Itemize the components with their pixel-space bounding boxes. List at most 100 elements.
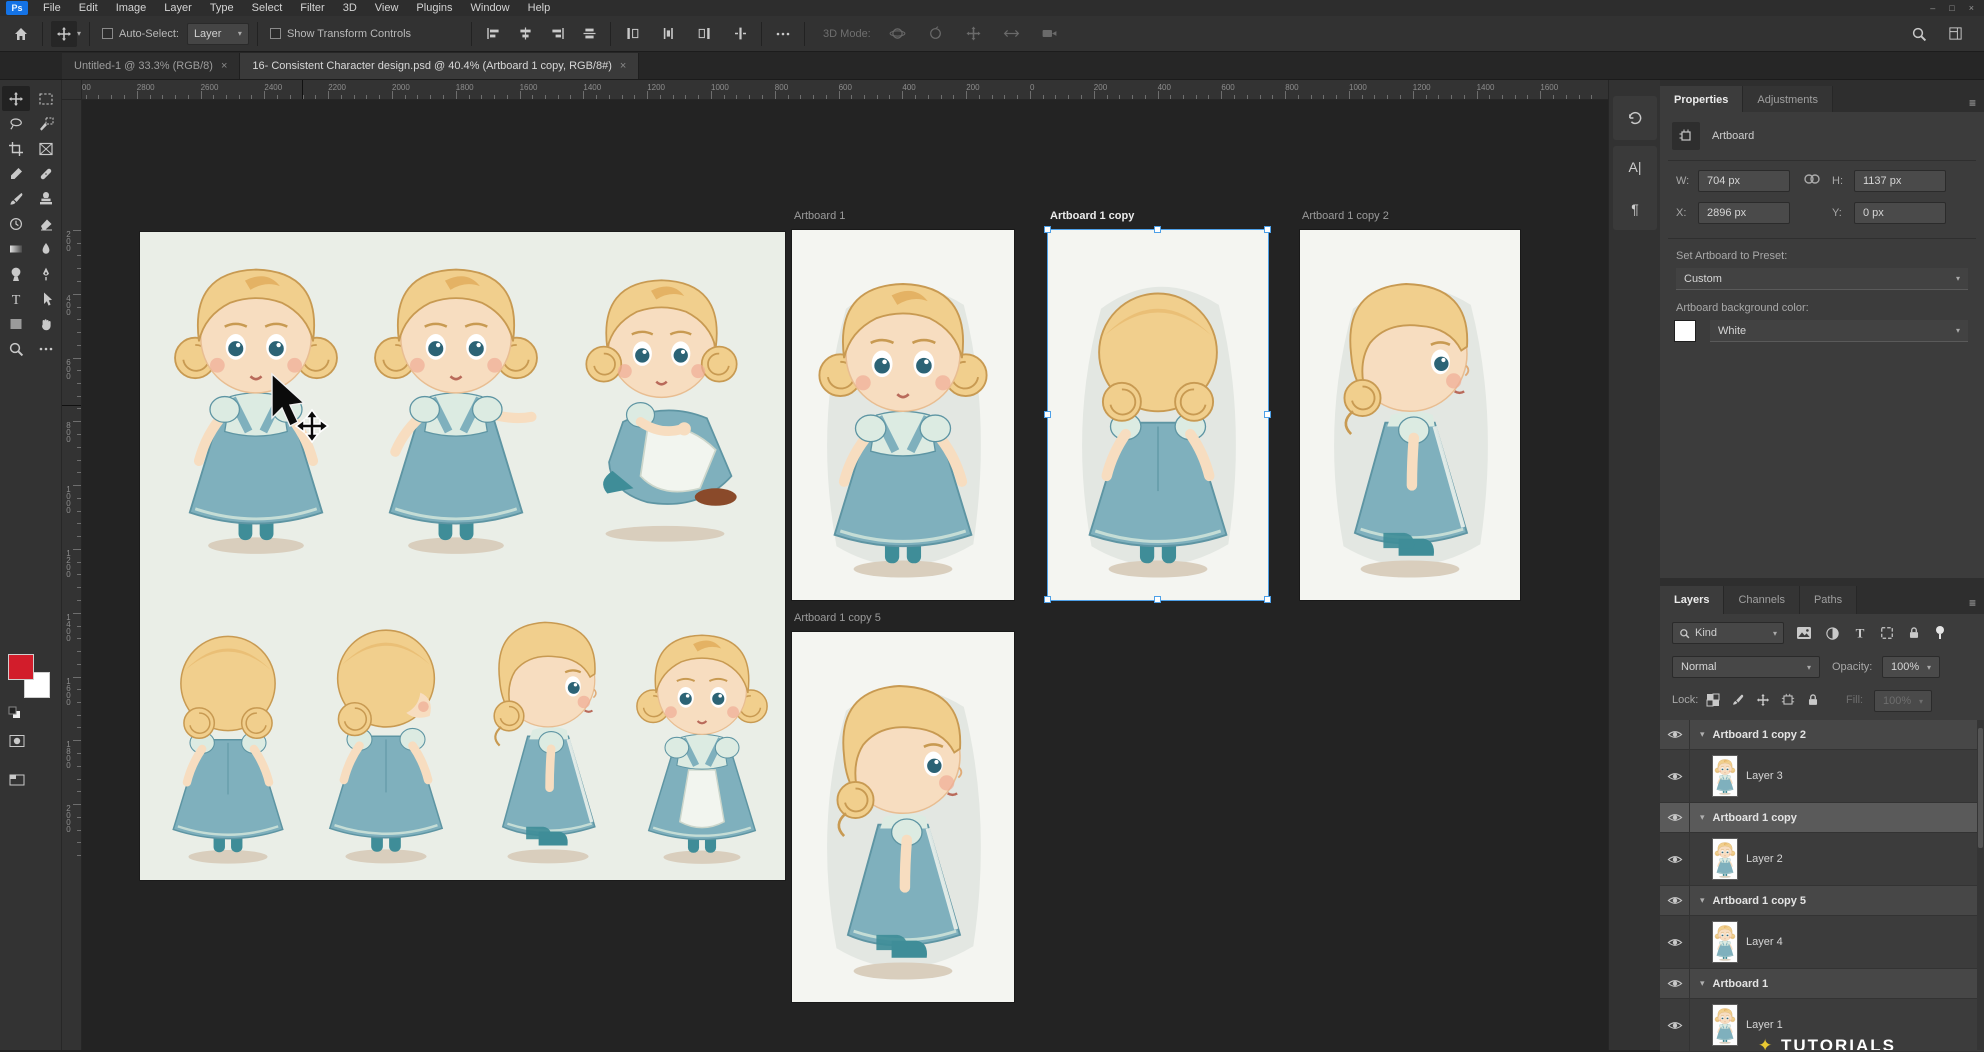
width-input[interactable]: 704 px xyxy=(1698,170,1790,192)
lasso-tool[interactable] xyxy=(2,111,30,136)
auto-select-checkbox[interactable] xyxy=(102,28,113,39)
chevron-down-icon[interactable]: ▾ xyxy=(1700,729,1705,740)
fill-input[interactable]: 100%▾ xyxy=(1874,690,1932,712)
tab-close-icon[interactable]: × xyxy=(221,60,227,72)
filter-shape-icon[interactable] xyxy=(1880,626,1894,640)
visibility-eye-icon[interactable] xyxy=(1660,803,1690,832)
visibility-eye-icon[interactable] xyxy=(1660,750,1690,802)
artboard-bg-color-dropdown[interactable]: White▾ xyxy=(1710,320,1968,342)
artboard-bg-color-swatch[interactable] xyxy=(1674,320,1696,342)
visibility-eye-icon[interactable] xyxy=(1660,999,1690,1051)
transform-handle[interactable] xyxy=(1044,596,1051,603)
filter-type-icon[interactable]: T xyxy=(1853,626,1867,640)
tab-properties[interactable]: Properties xyxy=(1660,86,1743,114)
character-panel-icon[interactable]: A| xyxy=(1629,159,1642,175)
auto-select-target-dropdown[interactable]: Layer▾ xyxy=(187,23,249,45)
tab-adjustments[interactable]: Adjustments xyxy=(1743,86,1833,114)
height-input[interactable]: 1137 px xyxy=(1854,170,1946,192)
foreground-color-swatch[interactable] xyxy=(8,654,34,680)
artboard-artboard-1[interactable] xyxy=(792,230,1014,600)
x-input[interactable]: 2896 px xyxy=(1698,202,1790,224)
pen-tool[interactable] xyxy=(32,261,60,286)
close-icon[interactable]: × xyxy=(1969,3,1974,13)
artboard-name-label[interactable]: Artboard 1 copy 2 xyxy=(1302,210,1389,222)
spot-healing-tool[interactable] xyxy=(32,161,60,186)
eraser-tool[interactable] xyxy=(32,211,60,236)
more-options-icon[interactable] xyxy=(770,21,796,47)
screen-mode-icon[interactable] xyxy=(8,767,52,792)
menu-view[interactable]: View xyxy=(366,1,408,15)
artboard-artboard-1-copy-5[interactable] xyxy=(792,632,1014,1002)
brush-tool[interactable] xyxy=(2,186,30,211)
type-tool[interactable]: T xyxy=(2,286,30,311)
blur-tool[interactable] xyxy=(32,236,60,261)
tab-layers[interactable]: Layers xyxy=(1660,586,1724,614)
opacity-input[interactable]: 100%▾ xyxy=(1882,656,1940,678)
artboard-artboard-1-copy-2[interactable] xyxy=(1300,230,1520,600)
chevron-down-icon[interactable]: ▾ xyxy=(1700,895,1705,906)
lock-position-icon[interactable] xyxy=(1756,693,1770,707)
zoom-tool[interactable] xyxy=(2,336,30,361)
filter-pixel-icon[interactable] xyxy=(1796,626,1812,640)
menu-window[interactable]: Window xyxy=(462,1,519,15)
layer-row-artboard[interactable]: ▾Artboard 1 copy xyxy=(1660,803,1984,833)
layers-scrollbar[interactable] xyxy=(1977,720,1984,1050)
rectangle-tool[interactable] xyxy=(2,311,30,336)
drag-3d-icon[interactable] xyxy=(961,21,987,47)
dist-bottom-icon[interactable] xyxy=(691,21,717,47)
slide-3d-icon[interactable] xyxy=(999,21,1025,47)
crop-tool[interactable] xyxy=(2,136,30,161)
tab-paths[interactable]: Paths xyxy=(1800,586,1857,614)
menu-image[interactable]: Image xyxy=(107,1,156,15)
align-middle-icon[interactable] xyxy=(576,21,602,47)
layers-panel-menu-icon[interactable]: ≡ xyxy=(1969,596,1976,610)
dodge-tool[interactable] xyxy=(2,261,30,286)
dist-top-icon[interactable] xyxy=(619,21,645,47)
layer-row-artboard[interactable]: ▾Artboard 1 xyxy=(1660,969,1984,999)
artboard-name-label[interactable]: Artboard 1 copy 5 xyxy=(794,612,881,624)
properties-panel-menu-icon[interactable]: ≡ xyxy=(1969,96,1976,110)
home-icon[interactable] xyxy=(8,21,34,47)
transform-handle[interactable] xyxy=(1264,596,1271,603)
workspace-switcher-icon[interactable] xyxy=(1942,21,1968,47)
maximize-icon[interactable]: □ xyxy=(1949,3,1954,13)
paragraph-panel-icon[interactable]: ¶ xyxy=(1631,201,1639,217)
quick-mask-icon[interactable] xyxy=(8,728,52,753)
transform-handle[interactable] xyxy=(1154,596,1161,603)
clone-stamp-tool[interactable] xyxy=(32,186,60,211)
menu-layer[interactable]: Layer xyxy=(155,1,201,15)
align-right-icon[interactable] xyxy=(544,21,570,47)
transform-handle[interactable] xyxy=(1264,226,1271,233)
lock-all-icon[interactable] xyxy=(1806,693,1820,707)
dist-h-icon[interactable] xyxy=(727,21,753,47)
lock-pixels-icon[interactable] xyxy=(1731,693,1745,707)
menu-3d[interactable]: 3D xyxy=(334,1,366,15)
layer-thumbnail[interactable] xyxy=(1712,921,1738,963)
y-input[interactable]: 0 px xyxy=(1854,202,1946,224)
layer-row-artboard[interactable]: ▾Artboard 1 copy 2 xyxy=(1660,720,1984,750)
artboard-artboard-1-copy[interactable] xyxy=(1048,230,1268,600)
artboard-name-label[interactable]: Artboard 1 xyxy=(794,210,845,222)
reference-image-character-sheet[interactable] xyxy=(140,232,785,880)
history-brush-tool[interactable] xyxy=(2,211,30,236)
visibility-eye-icon[interactable] xyxy=(1660,969,1690,998)
move-tool-caret-icon[interactable]: ▾ xyxy=(77,29,81,38)
document-tab-2[interactable]: 16- Consistent Character design.psd @ 40… xyxy=(240,53,639,79)
orbit-3d-icon[interactable] xyxy=(885,21,911,47)
visibility-eye-icon[interactable] xyxy=(1660,833,1690,885)
layer-row[interactable]: Layer 2 xyxy=(1660,833,1984,886)
menu-plugins[interactable]: Plugins xyxy=(407,1,461,15)
transform-handle[interactable] xyxy=(1044,226,1051,233)
layer-thumbnail[interactable] xyxy=(1712,1004,1738,1046)
filter-adjustment-icon[interactable] xyxy=(1825,626,1840,641)
hand-tool[interactable] xyxy=(32,311,60,336)
frame-tool[interactable] xyxy=(32,136,60,161)
visibility-eye-icon[interactable] xyxy=(1660,916,1690,968)
menu-file[interactable]: File xyxy=(34,1,70,15)
layer-thumbnail[interactable] xyxy=(1712,838,1738,880)
minimize-icon[interactable]: – xyxy=(1930,3,1935,13)
transform-handle[interactable] xyxy=(1264,411,1271,418)
tab-channels[interactable]: Channels xyxy=(1724,586,1799,614)
move-tool-option-icon[interactable] xyxy=(51,21,77,47)
artboard-name-label[interactable]: Artboard 1 copy xyxy=(1050,210,1134,222)
